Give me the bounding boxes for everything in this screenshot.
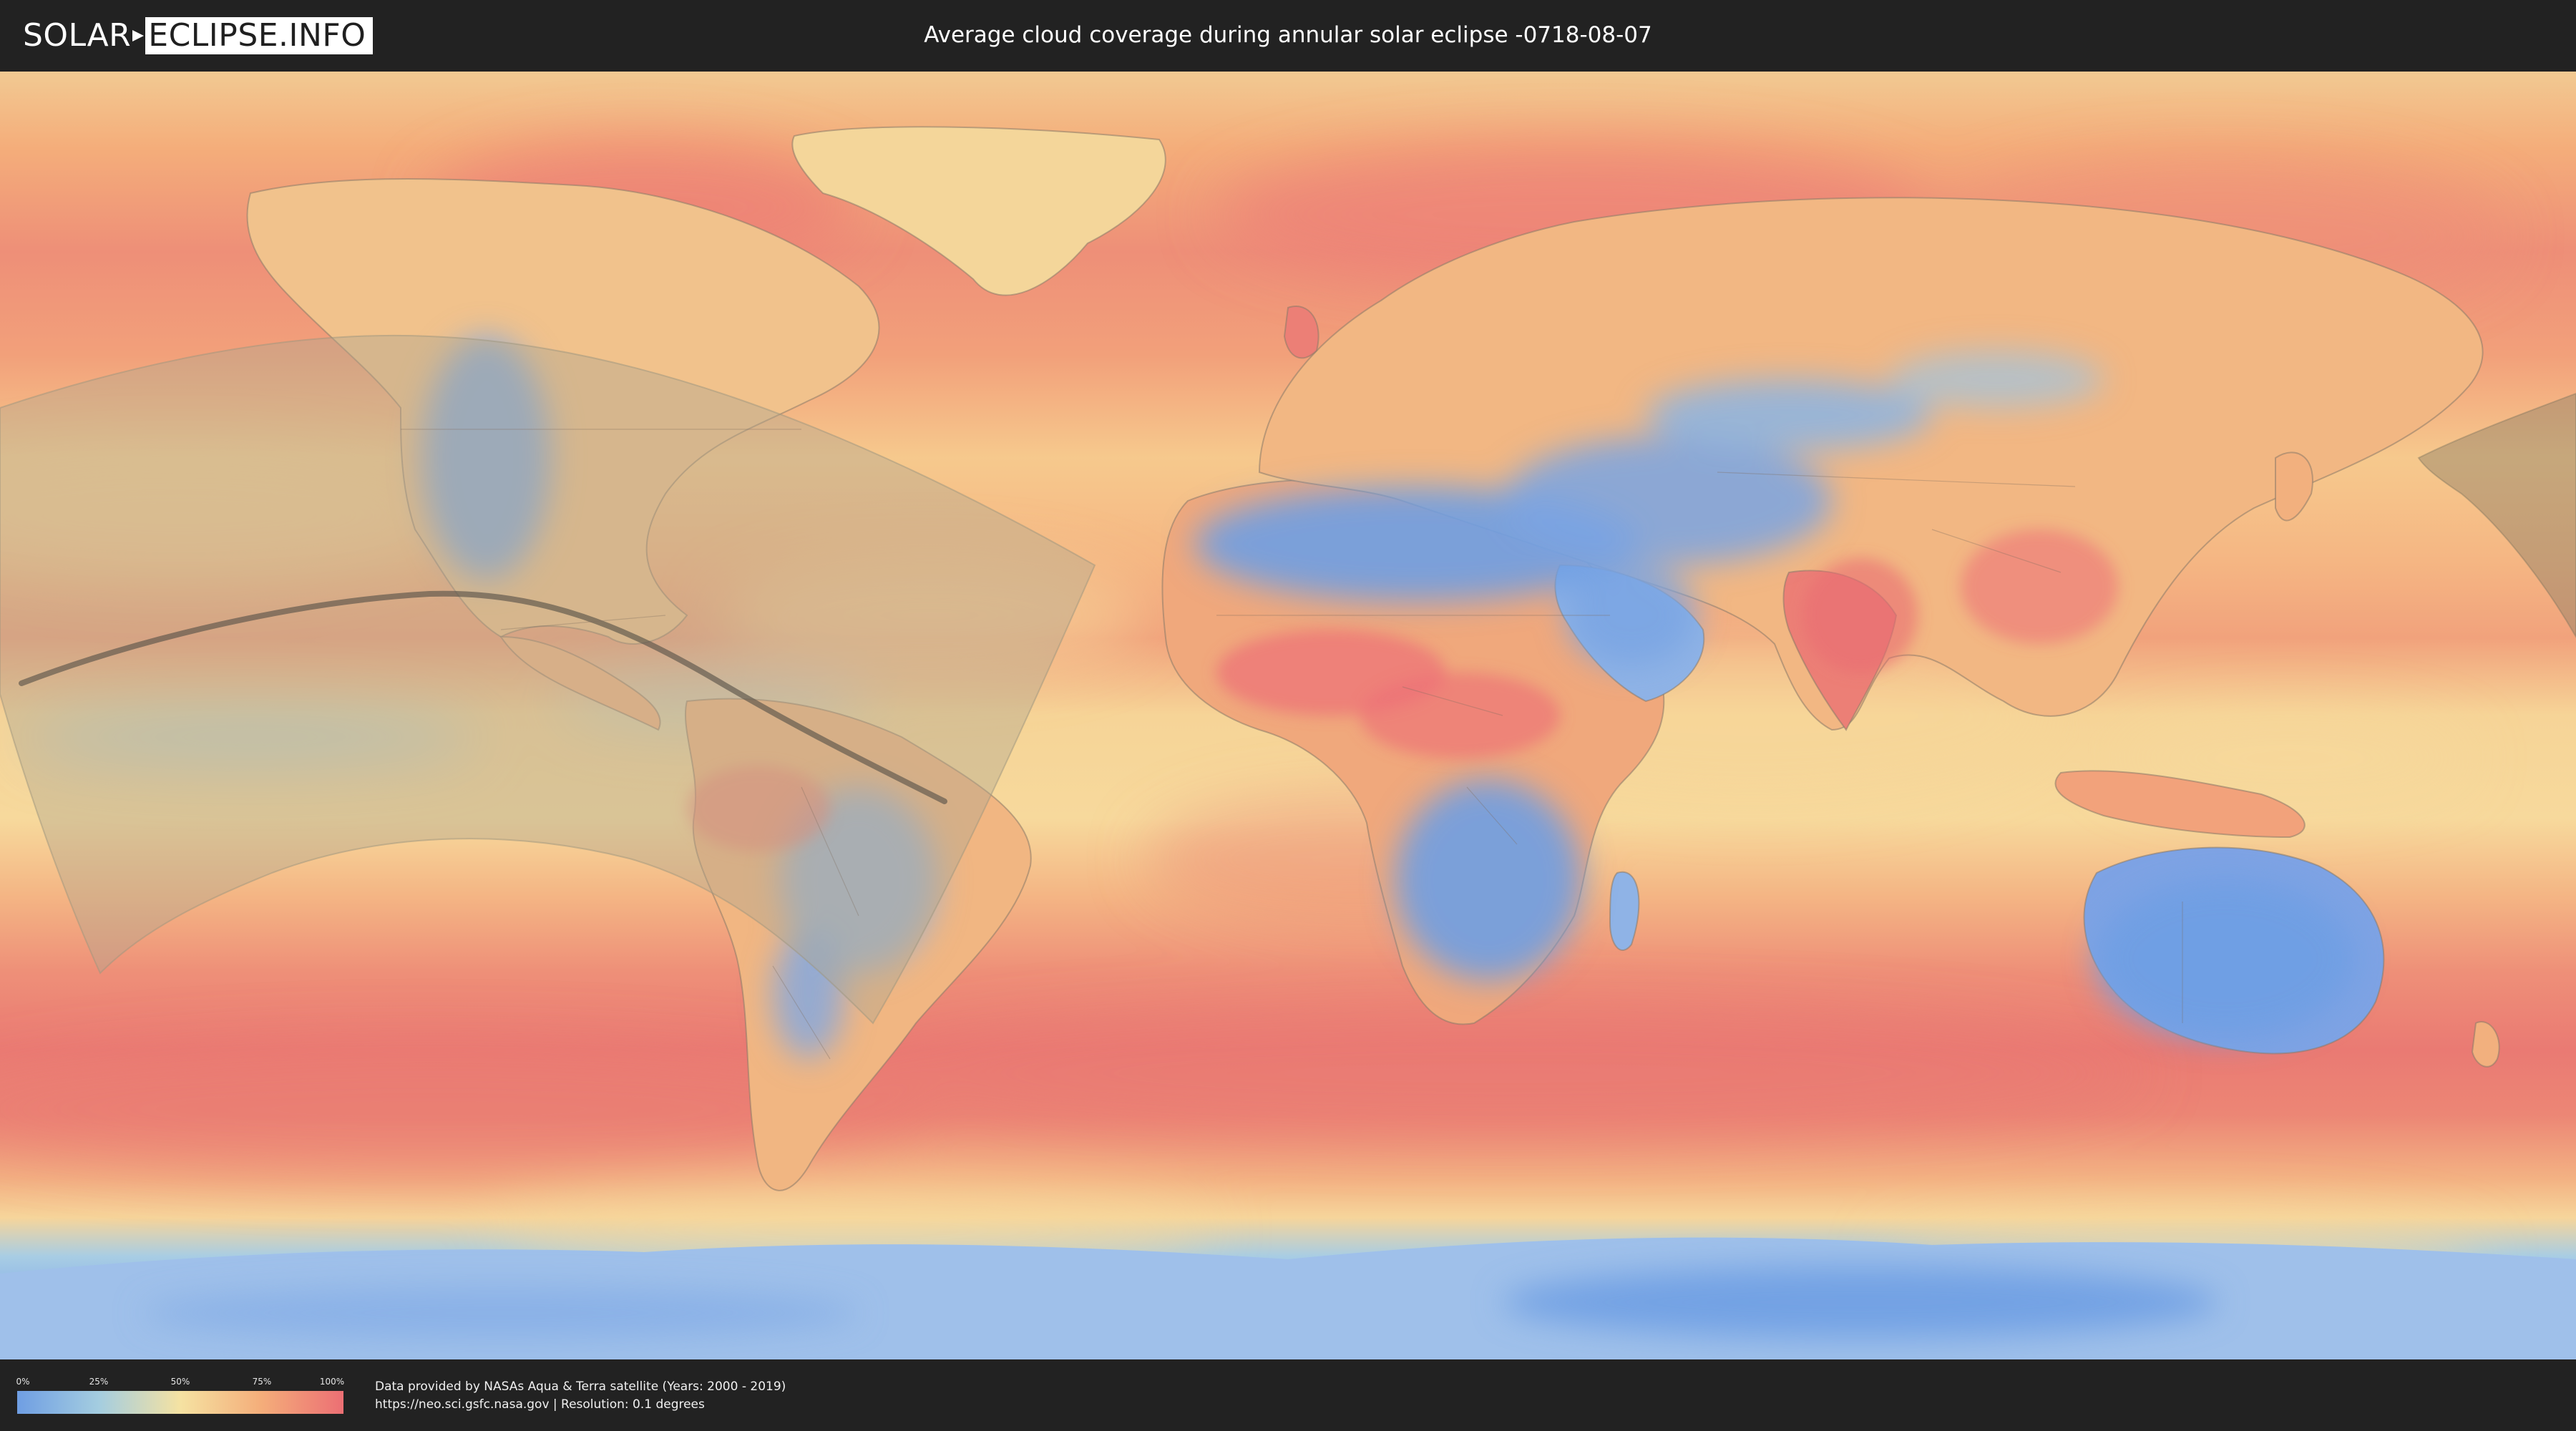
legend-tick-25: 25% xyxy=(89,1377,109,1387)
legend-tick-100: 100% xyxy=(319,1377,345,1387)
cloud-coverage-legend: 0% 25% 50% 75% 100% xyxy=(16,1377,345,1415)
legend-tick-0: 0% xyxy=(16,1377,30,1387)
credit-link[interactable]: https://neo.sci.gsfc.nasa.gov | Resoluti… xyxy=(375,1396,786,1414)
page: SOLAR ECLIPSE.INFO Average cloud coverag… xyxy=(0,0,2576,1431)
data-credit: Data provided by NASAs Aqua & Terra sate… xyxy=(375,1378,786,1414)
footer-bar: 0% 25% 50% 75% 100% Data provided by NAS… xyxy=(0,1359,2576,1431)
page-title: Average cloud coverage during annular so… xyxy=(924,22,1652,48)
cloud-coverage-map[interactable] xyxy=(0,72,2576,1359)
legend-tick-50: 50% xyxy=(170,1377,190,1387)
legend-color-ramp xyxy=(17,1391,343,1414)
credit-source: Data provided by NASAs Aqua & Terra sate… xyxy=(375,1379,786,1394)
legend-tick-75: 75% xyxy=(252,1377,272,1387)
header-bar: SOLAR ECLIPSE.INFO Average cloud coverag… xyxy=(0,0,2576,72)
map-canvas xyxy=(0,72,2576,1359)
